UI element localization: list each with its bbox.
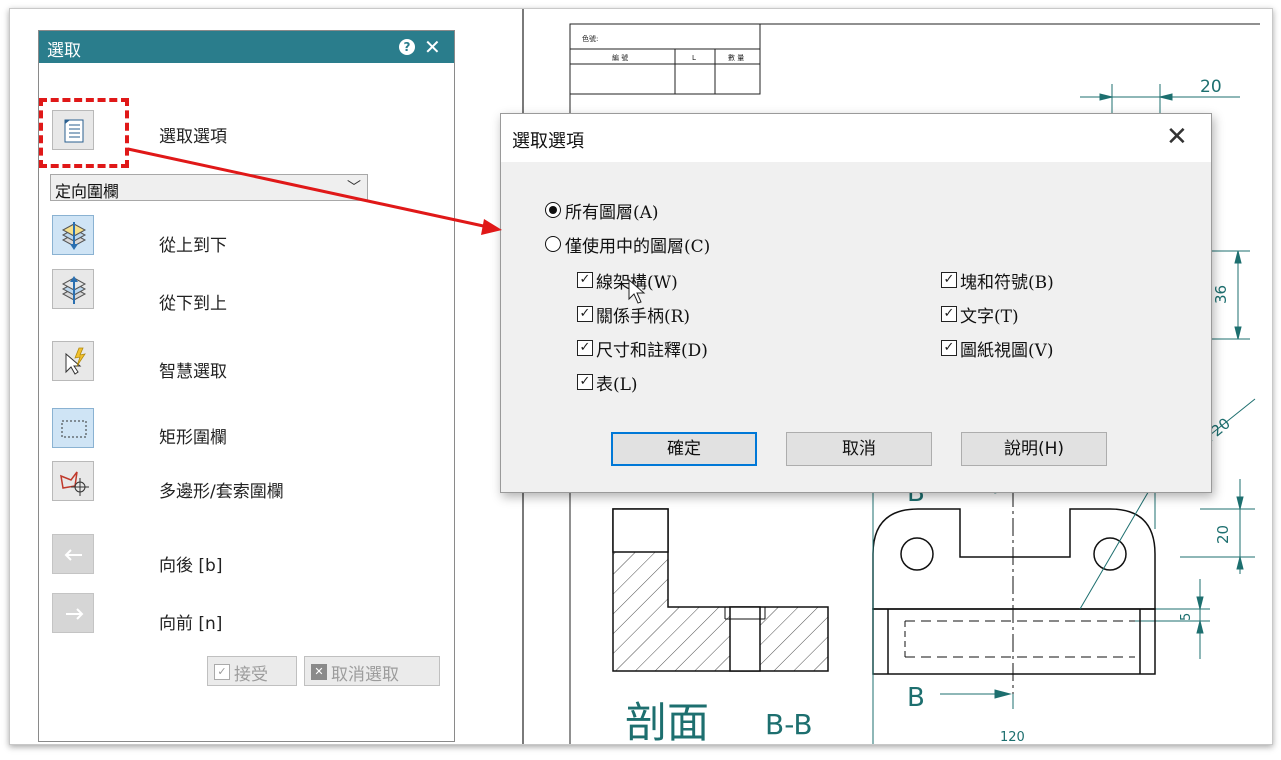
screenshot-frame: 色號: 編 號 L 數 量 20 36 R 20 20 5 剖面 B-B B B… [9,8,1273,745]
annotation-arrow [127,147,502,235]
